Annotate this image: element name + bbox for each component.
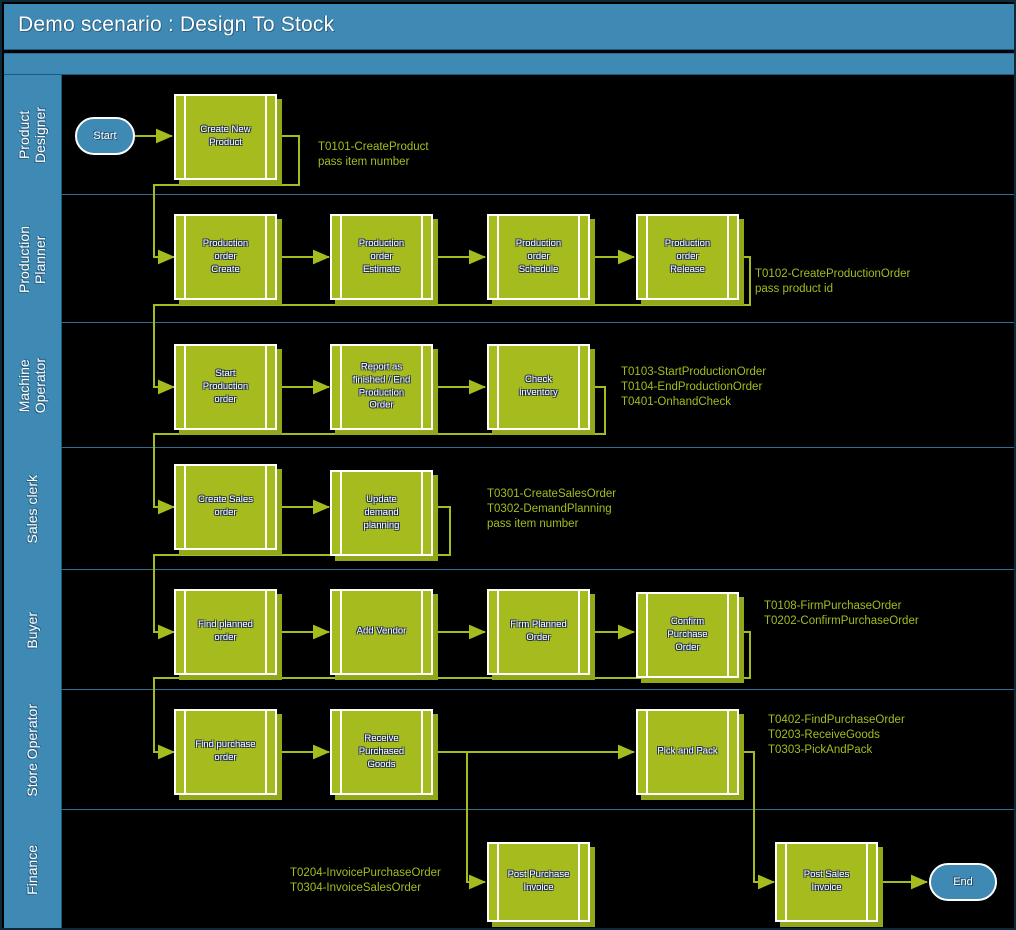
node-label: Post Purchase Invoice bbox=[507, 869, 570, 893]
lane-header-product-designer[interactable]: Product Designer bbox=[4, 75, 62, 195]
title-sub-band bbox=[4, 53, 1014, 75]
node-label: Add Vendor bbox=[356, 625, 407, 637]
node-start-production-order[interactable]: Start Production order bbox=[174, 344, 277, 430]
lane-header-machine-operator[interactable]: Machine Operator bbox=[4, 323, 62, 448]
node-production-order-release[interactable]: Production order Release bbox=[636, 214, 739, 300]
lane-label: Buyer bbox=[24, 611, 41, 649]
node-label: Receive Purchased Goods bbox=[358, 732, 405, 770]
node-create-sales-order[interactable]: Create Sales order bbox=[174, 464, 277, 550]
node-label: Update demand planning bbox=[363, 493, 400, 531]
node-label: Production order Release bbox=[664, 237, 711, 275]
lane-product-designer: Product Designer bbox=[4, 75, 1014, 195]
lane-label: Machine Operator bbox=[16, 357, 49, 414]
node-add-vendor[interactable]: Add Vendor bbox=[330, 589, 433, 675]
node-label: Production order Estimate bbox=[358, 237, 405, 275]
node-post-sales-invoice[interactable]: Post Sales Invoice bbox=[775, 842, 878, 922]
node-production-order-create[interactable]: Production order Create bbox=[174, 214, 277, 300]
lane-header-production-planner[interactable]: Production Planner bbox=[4, 195, 62, 323]
node-label: Post Sales Invoice bbox=[803, 869, 850, 893]
node-label: Confirm Purchase Order bbox=[667, 615, 708, 653]
node-post-purchase-invoice[interactable]: Post Purchase Invoice bbox=[487, 842, 590, 922]
node-find-purchase-order[interactable]: Find purchase order bbox=[174, 709, 277, 795]
annotation-t0301: T0301-CreateSalesOrder T0302-DemandPlann… bbox=[487, 488, 617, 530]
lane-label: Store Operator bbox=[24, 703, 41, 797]
node-label: Create Sales order bbox=[198, 494, 253, 518]
lane-label: Sales clerk bbox=[24, 474, 41, 544]
node-production-order-estimate[interactable]: Production order Estimate bbox=[330, 214, 433, 300]
lane-label: Finance bbox=[24, 845, 41, 895]
node-label: Production order Schedule bbox=[515, 237, 562, 275]
node-label: Report as finished / End Production Orde… bbox=[352, 361, 411, 411]
start-terminator[interactable]: Start bbox=[75, 117, 135, 155]
lane-header-sales-clerk[interactable]: Sales clerk bbox=[4, 448, 62, 570]
node-label: Firm Planned Order bbox=[510, 619, 567, 643]
node-label: Production order Create bbox=[202, 237, 249, 275]
annotation-t0102: T0102-CreateProductionOrder pass product… bbox=[755, 268, 911, 295]
annotation-t0108: T0108-FirmPurchaseOrder T0202-ConfirmPur… bbox=[764, 600, 919, 627]
node-report-as-finished[interactable]: Report as finished / End Production Orde… bbox=[330, 344, 433, 430]
node-label: Check inventory bbox=[519, 374, 558, 398]
node-confirm-purchase-order[interactable]: Confirm Purchase Order bbox=[636, 592, 739, 678]
annotation-t0103: T0103-StartProductionOrder T0104-EndProd… bbox=[621, 366, 767, 408]
lane-label: Production Planner bbox=[16, 225, 49, 293]
node-label: Pick and Pack bbox=[657, 745, 718, 757]
node-label: Find planned order bbox=[198, 619, 253, 643]
lane-header-buyer[interactable]: Buyer bbox=[4, 570, 62, 690]
page-title: Demo scenario : Design To Stock bbox=[18, 13, 335, 36]
node-check-inventory[interactable]: Check inventory bbox=[487, 344, 590, 430]
node-receive-purchased-goods[interactable]: Receive Purchased Goods bbox=[330, 709, 433, 795]
node-production-order-schedule[interactable]: Production order Schedule bbox=[487, 214, 590, 300]
end-terminator[interactable]: End bbox=[929, 863, 997, 901]
annotation-t0101: T0101-CreateProduct pass item number bbox=[318, 141, 429, 168]
node-update-demand-planning[interactable]: Update demand planning bbox=[330, 470, 433, 556]
node-label: Find purchase order bbox=[195, 739, 256, 763]
lane-header-finance[interactable]: Finance bbox=[4, 810, 62, 928]
diagram-title-bar: Demo scenario : Design To Stock bbox=[4, 4, 1014, 50]
swimlane-diagram: Demo scenario : Design To Stock Product … bbox=[0, 0, 1016, 930]
node-label: Start Production order bbox=[202, 367, 249, 405]
annotation-t0204: T0204-InvoicePurchaseOrder T0304-Invoice… bbox=[290, 867, 441, 894]
node-pick-and-pack[interactable]: Pick and Pack bbox=[636, 709, 739, 795]
node-label: Create New Product bbox=[200, 124, 251, 148]
node-find-planned-order[interactable]: Find planned order bbox=[174, 589, 277, 675]
lane-header-store-operator[interactable]: Store Operator bbox=[4, 690, 62, 810]
annotation-t0402: T0402-FindPurchaseOrder T0203-ReceiveGoo… bbox=[768, 714, 905, 756]
lane-label: Product Designer bbox=[16, 106, 49, 164]
node-firm-planned-order[interactable]: Firm Planned Order bbox=[487, 589, 590, 675]
node-create-new-product[interactable]: Create New Product bbox=[174, 94, 277, 180]
